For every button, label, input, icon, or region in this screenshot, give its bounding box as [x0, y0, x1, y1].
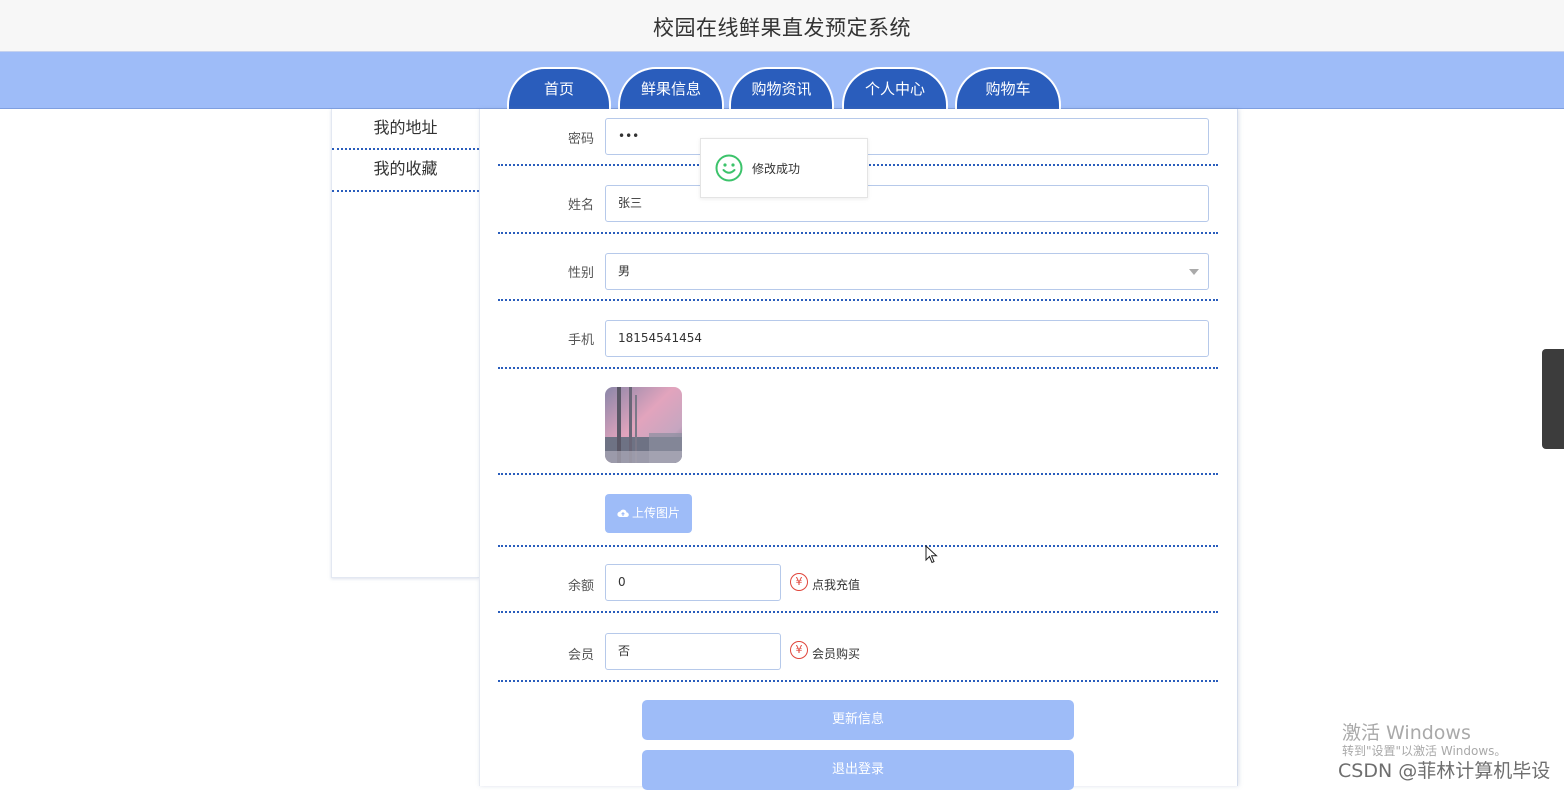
cloud-upload-icon — [617, 509, 629, 517]
name-field[interactable]: 张三 — [605, 185, 1209, 222]
gender-value: 男 — [618, 264, 631, 278]
site-header: 校园在线鲜果直发预定系统 — [0, 0, 1564, 52]
side-drawer-handle[interactable] — [1542, 349, 1564, 449]
gender-row: 性别 男 — [498, 234, 1218, 301]
name-label: 姓名 — [567, 198, 594, 213]
logout-button[interactable]: 退出登录 — [642, 750, 1074, 790]
sidebar-item-favorites[interactable]: 我的收藏 — [332, 150, 479, 192]
yen-icon: ¥ — [790, 573, 808, 591]
toast-message: 修改成功 — [752, 162, 801, 176]
balance-field[interactable]: 0 — [605, 564, 781, 601]
balance-label: 余额 — [567, 579, 594, 594]
profile-form: 密码 ••• 姓名 张三 性别 男 手机 18154541454 上传图片 余额… — [479, 109, 1238, 790]
tab-personal-center[interactable]: 个人中心 — [842, 67, 948, 109]
chevron-down-icon — [1189, 269, 1199, 275]
update-info-button[interactable]: 更新信息 — [642, 700, 1074, 740]
buy-membership-link[interactable]: 会员购买 — [812, 645, 860, 662]
gender-label: 性别 — [567, 266, 594, 281]
sidebar-item-address[interactable]: 我的地址 — [332, 109, 479, 150]
tab-shopping-news[interactable]: 购物资讯 — [729, 67, 834, 109]
member-field[interactable]: 否 — [605, 633, 781, 670]
password-label: 密码 — [567, 132, 594, 147]
success-toast: 修改成功 — [700, 138, 868, 198]
activate-windows-title: 激活 Windows — [1342, 722, 1471, 744]
gender-select[interactable]: 男 — [605, 253, 1209, 290]
main-nav: 首页 鲜果信息 购物资讯 个人中心 购物车 — [0, 52, 1564, 109]
csdn-watermark: CSDN @菲林计算机毕设 — [1338, 760, 1551, 782]
tab-home[interactable]: 首页 — [507, 67, 611, 109]
tab-cart[interactable]: 购物车 — [955, 67, 1061, 109]
smile-icon — [715, 154, 743, 182]
upload-image-button[interactable]: 上传图片 — [605, 494, 692, 533]
tab-fruit-info[interactable]: 鲜果信息 — [618, 67, 724, 109]
password-field[interactable]: ••• — [605, 118, 1209, 155]
balance-row: 余额 0 ¥ 点我充值 — [498, 547, 1218, 613]
recharge-link[interactable]: 点我充值 — [812, 576, 860, 593]
upload-button-label: 上传图片 — [631, 506, 680, 520]
avatar-image — [605, 387, 682, 463]
site-title: 校园在线鲜果直发预定系统 — [653, 16, 911, 40]
phone-row: 手机 18154541454 — [498, 301, 1218, 369]
member-label: 会员 — [567, 648, 594, 663]
personal-sidebar: 我的地址 我的收藏 — [331, 109, 479, 578]
member-row: 会员 否 ¥ 会员购买 — [498, 613, 1218, 682]
phone-label: 手机 — [567, 333, 594, 348]
mouse-cursor-icon — [925, 545, 938, 564]
phone-field[interactable]: 18154541454 — [605, 320, 1209, 357]
yen-icon: ¥ — [790, 641, 808, 659]
